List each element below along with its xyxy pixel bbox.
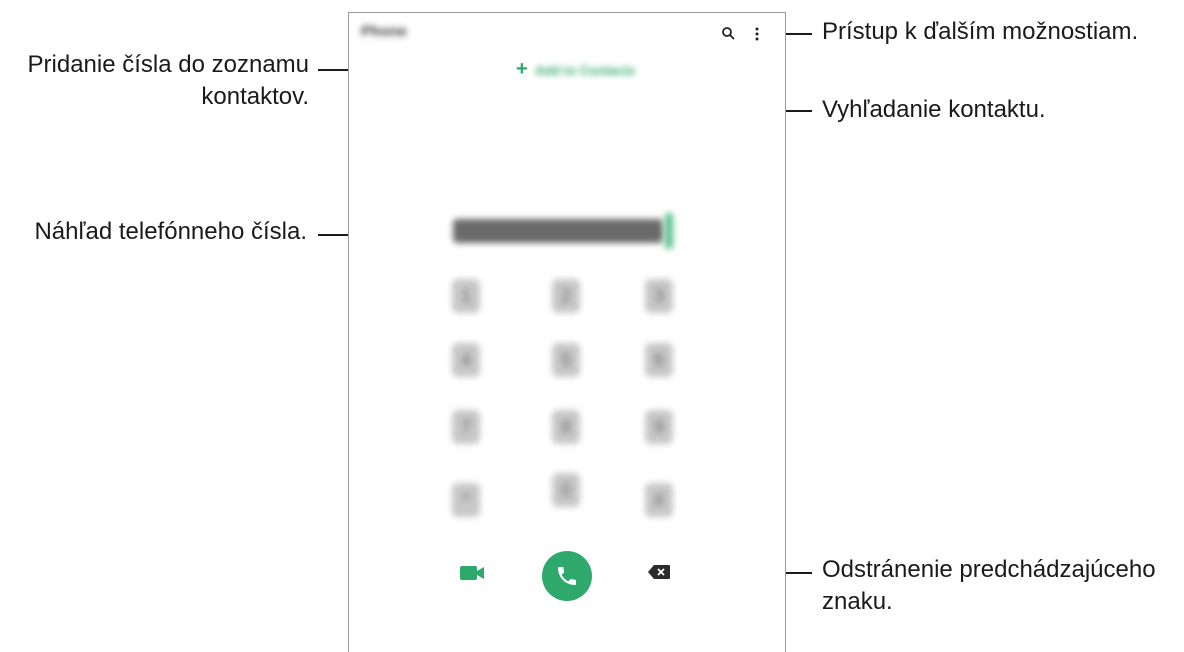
keypad-key-9[interactable]: 9: [645, 410, 673, 444]
keypad-key-7[interactable]: 7: [452, 410, 480, 444]
add-to-contacts-plus-icon[interactable]: +: [516, 59, 528, 79]
keypad-key-8[interactable]: 8: [552, 410, 580, 444]
keypad-key-6[interactable]: 6: [645, 343, 673, 377]
more-options-icon[interactable]: [754, 26, 760, 42]
keypad-key-label: 2: [560, 286, 571, 306]
call-button[interactable]: [542, 551, 592, 601]
callout-preview-text: Náhľad telefónneho čísla.: [34, 218, 307, 245]
callout-more-options: Prístup k ďalším možnostiam.: [822, 16, 1184, 48]
keypad-key-label: 8: [560, 417, 571, 437]
callout-more-options-text: Prístup k ďalším možnostiam.: [822, 18, 1139, 45]
keypad-key-label: #: [653, 490, 664, 510]
keypad-key-label: 6: [653, 350, 664, 370]
keypad-key-label: *: [462, 490, 470, 510]
callout-search-contact: Vyhľadanie kontaktu.: [822, 94, 1184, 126]
keypad-key-label: 5: [560, 350, 571, 370]
keypad-key-label: 9: [653, 417, 664, 437]
phone-number-preview: [453, 219, 663, 243]
keypad-key-label: 1: [460, 286, 471, 306]
add-to-contacts-button[interactable]: Add to Contacts: [535, 63, 635, 78]
callout-add-number-line1: Pridanie čísla do zoznamu: [27, 51, 309, 78]
callout-delete-char: Odstránenie predchádzajúceho znaku.: [822, 554, 1184, 618]
video-call-icon[interactable]: [459, 564, 485, 582]
keypad-key-4[interactable]: 4: [452, 343, 480, 377]
keypad-key-5[interactable]: 5: [552, 343, 580, 377]
callout-search-contact-text: Vyhľadanie kontaktu.: [822, 96, 1046, 123]
callout-add-number: Pridanie čísla do zoznamu kontaktov.: [0, 49, 309, 113]
search-icon[interactable]: [721, 26, 735, 40]
keypad-key-label: 7: [460, 417, 471, 437]
app-title: Phone: [361, 23, 407, 40]
keypad-key-star[interactable]: *: [452, 483, 480, 517]
phone-icon: [558, 567, 576, 585]
callout-preview: Náhľad telefónneho čísla.: [0, 216, 307, 248]
backspace-icon[interactable]: [648, 565, 670, 579]
keypad-key-3[interactable]: 3: [645, 279, 673, 313]
keypad-key-1[interactable]: 1: [452, 279, 480, 313]
keypad-key-hash[interactable]: #: [645, 483, 673, 517]
keypad-key-label: 0: [560, 480, 571, 500]
callout-add-number-line2: kontaktov.: [201, 83, 309, 110]
keypad-key-label: 4: [460, 350, 471, 370]
keypad-key-2[interactable]: 2: [552, 279, 580, 313]
keypad-key-0[interactable]: 0: [552, 473, 580, 507]
phone-screen: Phone + Add to Contacts 1 2 3 4 5 6 7 8 …: [348, 12, 786, 652]
callout-delete-char-line1: Odstránenie predchádzajúceho: [822, 556, 1156, 583]
callout-delete-char-line2: znaku.: [822, 588, 893, 615]
keypad-key-label: 3: [653, 286, 664, 306]
input-cursor: [665, 213, 673, 249]
